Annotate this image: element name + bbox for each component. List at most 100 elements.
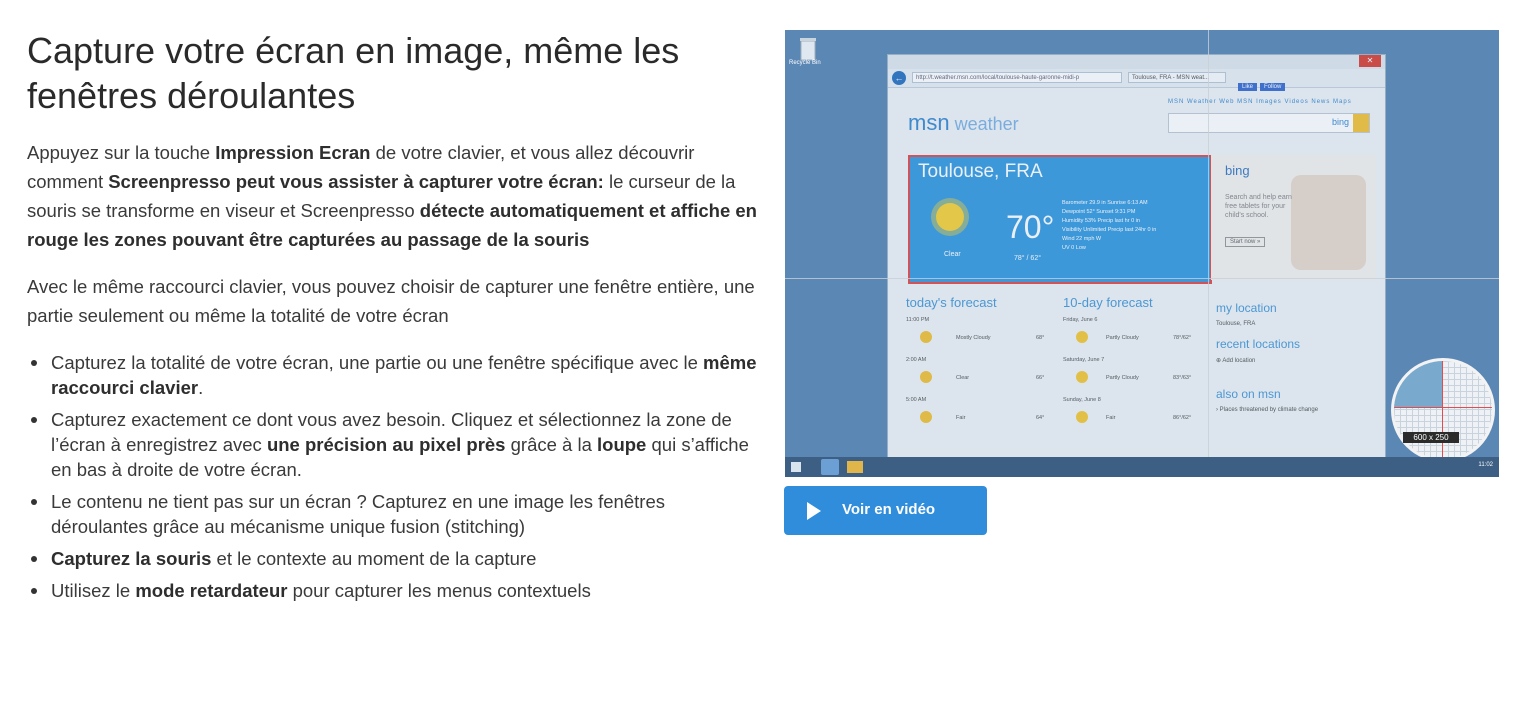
magnifier-loupe — [1391, 358, 1495, 462]
logo-msn: msn — [908, 110, 950, 135]
social-buttons: Like Follow — [1238, 83, 1288, 91]
browser-window: ✕ ← http://t.weather.msn.com/local/toulo… — [887, 54, 1386, 466]
recycle-bin-icon — [800, 38, 816, 61]
bullet-icon — [31, 556, 37, 562]
address-bar: ← http://t.weather.msn.com/local/toulous… — [888, 69, 1385, 88]
windows-taskbar: 11:02 — [785, 457, 1499, 477]
forecast-cond: Partly Cloudy — [1106, 335, 1139, 341]
content-column: Capture votre écran en image, même les f… — [27, 28, 757, 610]
bullet-icon — [31, 588, 37, 594]
ad-text: Search and help earn free tablets for yo… — [1225, 194, 1292, 219]
add-location-link: ⊕ Add location — [1216, 358, 1256, 364]
intro-paragraph: Appuyez sur la touche Impression Ecran d… — [27, 138, 757, 254]
ad-image — [1291, 175, 1366, 270]
intro-text-1: Appuyez sur la touche — [27, 142, 216, 163]
internet-explorer-icon — [821, 459, 839, 475]
close-icon: ✕ — [1359, 55, 1381, 67]
also-on-msn-item: › Places threatened by climate change — [1216, 407, 1319, 413]
forecast-time: 2:00 AM — [906, 357, 927, 363]
list-item-text: Capturez la totalité de votre écran, une… — [51, 352, 704, 373]
forecast-cond: Fair — [956, 415, 966, 421]
magnifier-crosshair-h — [1394, 407, 1492, 408]
list-item-text: Le contenu ne tient pas sur un écran ? C… — [51, 491, 665, 537]
bing-ad: bing Search and help earn free tablets f… — [1211, 155, 1376, 280]
list-item-text: grâce à la — [505, 434, 598, 455]
weather-hilo: 78° / 62° — [1014, 255, 1042, 262]
recent-locations-heading: recent locations — [1216, 337, 1301, 351]
intro-bold-1: Impression Ecran — [215, 142, 371, 163]
list-item: Le contenu ne tient pas sur un écran ? C… — [27, 489, 757, 539]
taskbar-clock: 11:02 — [1478, 462, 1493, 468]
browser-tab: Toulouse, FRA - MSN weat... — [1128, 72, 1226, 83]
list-item-text: Utilisez le — [51, 580, 136, 601]
weather-temp: 70° — [1006, 209, 1055, 245]
like-button: Like — [1238, 83, 1258, 91]
bing-label: bing — [1331, 117, 1349, 127]
search-icon — [1353, 114, 1369, 132]
list-item: Utilisez le mode retardateur pour captur… — [27, 578, 757, 603]
window-titlebar: ✕ — [888, 55, 1385, 69]
feature-list: Capturez la totalité de votre écran, une… — [27, 350, 757, 603]
cloud-moon-icon — [920, 331, 932, 343]
partly-cloudy-icon — [1076, 371, 1088, 383]
forecast-time: 11:00 PM — [906, 317, 930, 323]
ad-bing-logo: bing — [1225, 163, 1250, 178]
tenday-forecast-heading: 10-day forecast — [1063, 295, 1153, 310]
forecast-cond: Mostly Cloudy — [956, 335, 991, 341]
bing-search-box: bing — [1168, 113, 1370, 133]
url-field: http://t.weather.msn.com/local/toulouse-… — [912, 72, 1122, 83]
selection-dimensions: 600 x 250 — [1403, 432, 1459, 443]
forecast-cond: Fair — [1106, 415, 1116, 421]
list-item-bold: loupe — [597, 434, 647, 455]
today-forecast-heading: today's forecast — [906, 295, 997, 310]
start-icon — [791, 462, 801, 472]
moon-icon — [920, 411, 932, 423]
my-location-heading: my location — [1216, 301, 1277, 315]
my-location-city: Toulouse, FRA — [1216, 321, 1256, 327]
intro-bold-2: Screenpresso peut vous assister à captur… — [108, 171, 604, 192]
watch-video-label: Voir en vidéo — [842, 501, 936, 518]
list-item-bold: une précision au pixel près — [266, 434, 506, 455]
forecast-temp: 66° — [1036, 375, 1045, 381]
shortcut-paragraph: Avec le même raccourci clavier, vous pou… — [27, 276, 755, 326]
crosshair-vertical — [1208, 30, 1209, 460]
list-item-bold: mode retardateur — [135, 580, 288, 601]
forecast-day: Friday, June 6 — [1063, 317, 1098, 323]
forecast-temp: 78°/62° — [1173, 335, 1192, 341]
weather-panel-highlighted: Toulouse, FRA 70° Clear 78° / 62° Barome… — [908, 155, 1212, 284]
forecast-temp: 83°/63° — [1173, 375, 1192, 381]
back-arrow-icon: ← — [892, 71, 906, 85]
page-heading: Capture votre écran en image, même les f… — [27, 30, 680, 116]
forecast-temp: 68° — [1036, 335, 1045, 341]
sun-cloud-icon — [1076, 411, 1088, 423]
also-on-msn-heading: also on msn — [1216, 387, 1281, 401]
forecast-temp: 86°/62° — [1173, 415, 1192, 421]
sun-icon — [936, 203, 964, 231]
list-item-text: pour capturer les menus contextuels — [287, 580, 591, 601]
recycle-bin-label: Recycle Bin — [789, 60, 821, 66]
watch-video-button[interactable]: Voir en vidéo — [784, 486, 987, 535]
forecast-cond: Clear — [956, 375, 970, 381]
weather-city: Toulouse, FRA — [918, 161, 1043, 182]
forecast-temp: 64° — [1036, 415, 1045, 421]
list-item: Capturez la souris et le contexte au mom… — [27, 546, 757, 571]
list-item: Capturez exactement ce dont vous avez be… — [27, 407, 757, 482]
forecast-day: Saturday, June 7 — [1063, 357, 1105, 363]
msn-nav: MSN Weather Web MSN Images Videos News M… — [1168, 99, 1352, 105]
msn-weather-logo: msn weather — [908, 110, 1019, 136]
play-icon — [807, 502, 821, 520]
crosshair-horizontal — [785, 278, 1499, 279]
moon-icon — [920, 371, 932, 383]
magnifier-zoomed-area — [1394, 361, 1442, 407]
demo-screenshot: Recycle Bin ✕ ← http://t.weather.msn.com… — [785, 30, 1499, 477]
forecast-day: Sunday, June 8 — [1063, 397, 1101, 403]
forecast-cond: Partly Cloudy — [1106, 375, 1139, 381]
folder-icon — [847, 461, 863, 473]
bullet-icon — [31, 499, 37, 505]
partly-cloudy-icon — [1076, 331, 1088, 343]
follow-button: Follow — [1260, 83, 1286, 91]
bullet-icon — [31, 360, 37, 366]
list-item-text: et le contexte au moment de la capture — [211, 548, 537, 569]
magnifier-crosshair-v — [1442, 361, 1443, 459]
logo-weather: weather — [949, 114, 1019, 134]
